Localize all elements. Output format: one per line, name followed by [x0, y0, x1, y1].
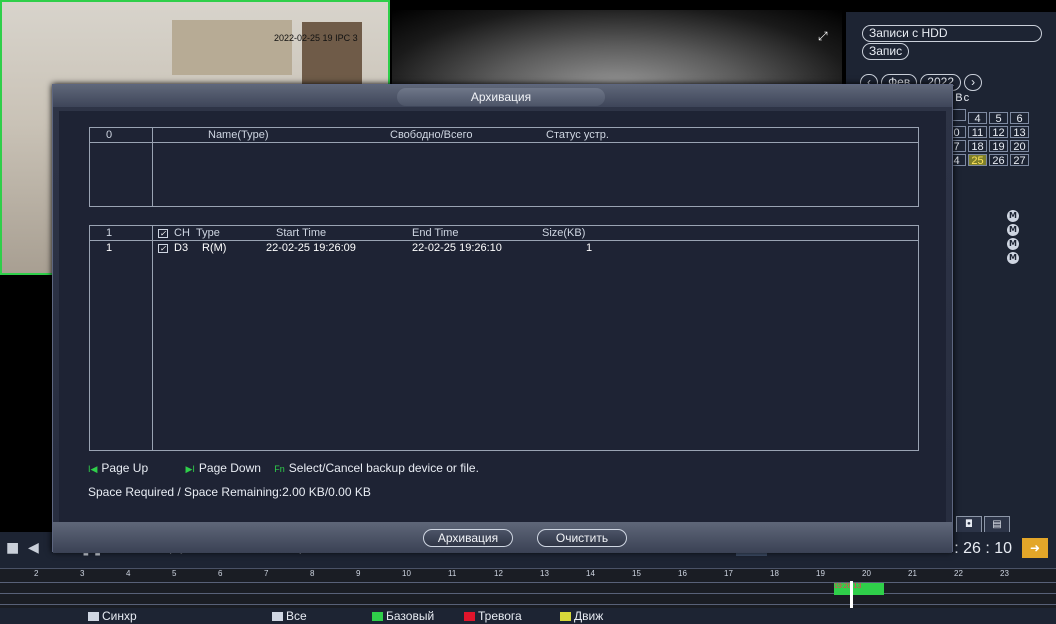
- source-select[interactable]: Записи с HDD: [862, 22, 1042, 42]
- select-hint: Fn Select/Cancel backup device or file.: [274, 461, 479, 475]
- calendar-day[interactable]: 4: [968, 112, 987, 125]
- all-checkbox[interactable]: Все: [272, 609, 307, 623]
- fullscreen-icon[interactable]: ⤢: [818, 30, 832, 42]
- backup-button[interactable]: Архивация: [423, 529, 513, 547]
- page-down-hint[interactable]: ▶I Page Down: [185, 461, 260, 475]
- timeline-hour: 21: [908, 569, 917, 578]
- base-checkbox[interactable]: Базовый: [372, 609, 434, 623]
- timeline-hours: 2 3 4 5 6 7 8 9 10 11 12 13 14 15 16 17 18 19 20 21 22 23: [0, 569, 1056, 581]
- timeline-hour: 2: [34, 569, 39, 578]
- calendar-day[interactable]: 13: [1010, 126, 1029, 139]
- timeline-hour: 4: [126, 569, 131, 578]
- hints: I◀ Page Up ▶I Page Down Fn Select/Cancel ba…: [88, 461, 479, 475]
- timeline-hour: 20: [862, 569, 871, 578]
- timeline-hour: 18: [770, 569, 779, 578]
- calendar-day[interactable]: 25: [968, 154, 987, 167]
- video-timestamp: 2022-02-25 19 IPC 3: [274, 33, 358, 43]
- select-all-checkbox[interactable]: ✓: [158, 227, 168, 239]
- timeline-hour: 8: [310, 569, 315, 578]
- next-month-button[interactable]: ›: [964, 74, 983, 91]
- shelf-image: [172, 20, 292, 75]
- calendar-day[interactable]: 11: [968, 126, 987, 139]
- dialog-title: Архивация: [397, 88, 605, 106]
- row-checkbox[interactable]: ✓: [158, 242, 168, 254]
- calendar-day[interactable]: 6: [1010, 112, 1029, 125]
- timeline-hour: 17: [724, 569, 733, 578]
- calendar-day[interactable]: 5: [989, 112, 1008, 125]
- devices-table: 0 Name(Type) Свободно/Всего Статус устр.: [89, 127, 919, 207]
- timeline-hour: 6: [218, 569, 223, 578]
- snapshot-icon[interactable]: ➜: [1022, 538, 1048, 558]
- timeline[interactable]: 2 3 4 5 6 7 8 9 10 11 12 13 14 15 16 17 18 19 20 21 22 23 19:…: [0, 568, 1056, 609]
- clear-button[interactable]: Очистить: [537, 529, 627, 547]
- calendar-day[interactable]: 19: [989, 140, 1008, 153]
- timeline-hour: 12: [494, 569, 503, 578]
- record-type-select[interactable]: Запис: [862, 40, 910, 60]
- table-row[interactable]: 1 ✓ D3 R(M) 22-02-25 19:26:09 22-02-25 1…: [90, 241, 918, 254]
- camera-view-fisheye: [392, 10, 842, 90]
- timeline-hour: 10: [402, 569, 411, 578]
- timeline-cursor[interactable]: [850, 581, 853, 609]
- channel-mark: M: [1007, 252, 1019, 264]
- timeline-hour: 15: [632, 569, 641, 578]
- legend: Синхр Все Базовый Тревога Движ: [0, 608, 1056, 624]
- calendar-day[interactable]: 26: [989, 154, 1008, 167]
- timeline-hour: 19: [816, 569, 825, 578]
- sync-checkbox[interactable]: Синхр: [88, 609, 137, 623]
- timeline-hour: 5: [172, 569, 177, 578]
- calendar-day[interactable]: 18: [968, 140, 987, 153]
- timeline-hour: 13: [540, 569, 549, 578]
- channel-mark: M: [1007, 238, 1019, 250]
- channel-mark: M: [1007, 224, 1019, 236]
- page-up-hint[interactable]: I◀ Page Up: [88, 461, 148, 475]
- timeline-hour: 9: [356, 569, 361, 578]
- alarm-checkbox[interactable]: Тревога: [464, 609, 522, 623]
- recording-segment: 19:26:13: [834, 583, 884, 595]
- calendar-day[interactable]: 20: [1010, 140, 1029, 153]
- view-buttons: ◘ ▤: [956, 512, 1012, 534]
- calendar-grid: 4 5 6 0 11 12 13 7 18 19 20 4 25 26 27: [946, 108, 1046, 167]
- files-table-header: 1 ✓ CH Type Start Time End Time Size(KB): [90, 226, 918, 241]
- calendar-day[interactable]: 27: [1010, 154, 1029, 167]
- timeline-hour: 11: [448, 569, 457, 578]
- timeline-hour: 3: [80, 569, 85, 578]
- files-table: 1 ✓ CH Type Start Time End Time Size(KB)…: [89, 225, 919, 451]
- motion-checkbox[interactable]: Движ: [560, 609, 603, 623]
- timeline-hour: 14: [586, 569, 595, 578]
- timeline-hour: 23: [1000, 569, 1009, 578]
- play-back-icon[interactable]: ◀: [28, 540, 39, 558]
- space-info: Space Required / Space Remaining:2.00 KB…: [88, 485, 371, 499]
- timeline-hour: 7: [264, 569, 269, 578]
- timeline-hour: 16: [678, 569, 687, 578]
- timeline-hour: 22: [954, 569, 963, 578]
- devices-table-header: 0 Name(Type) Свободно/Всего Статус устр.: [90, 128, 918, 143]
- backup-dialog: Архивация 0 Name(Type) Свободно/Всего Ст…: [52, 84, 953, 553]
- stop-icon[interactable]: ■: [6, 540, 19, 558]
- calendar-day[interactable]: 12: [989, 126, 1008, 139]
- channel-mark: M: [1007, 210, 1019, 222]
